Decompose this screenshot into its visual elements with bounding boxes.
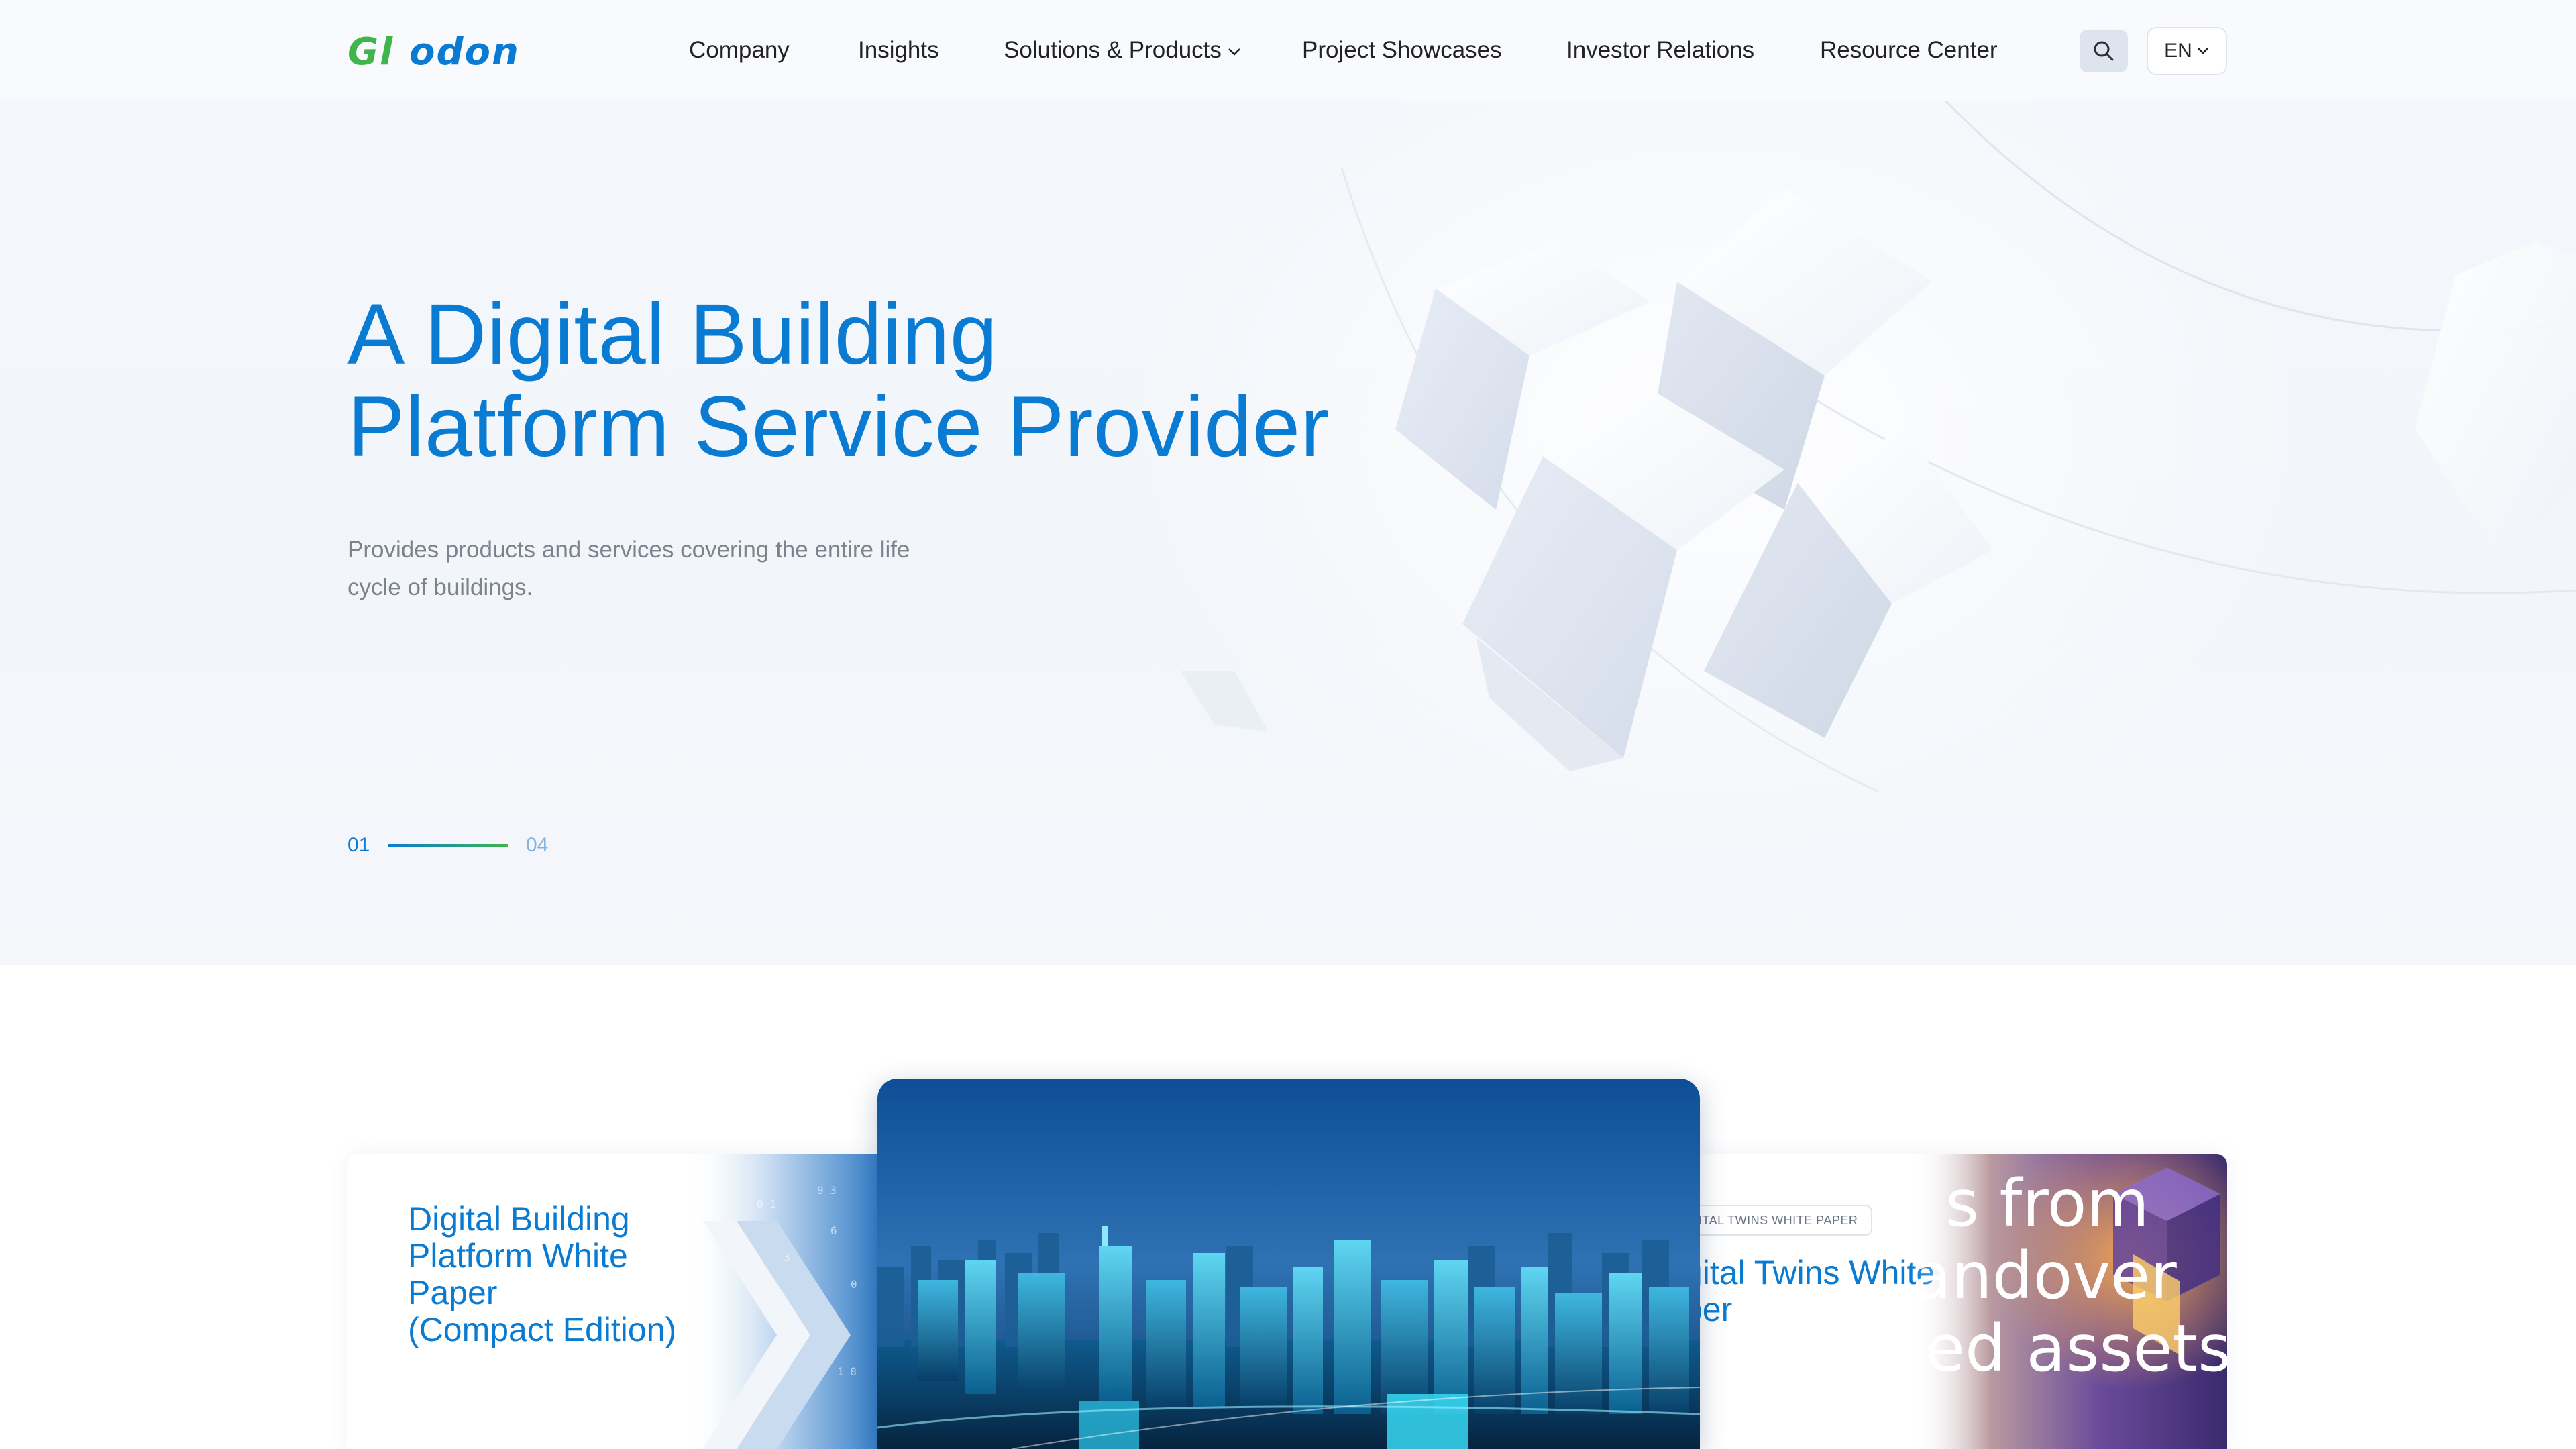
nav-item-insights[interactable]: Insights — [858, 34, 939, 67]
svg-text:6: 6 — [830, 1224, 837, 1237]
nav-item-resource-center[interactable]: Resource Center — [1820, 34, 1998, 67]
slide-total-number: 04 — [526, 834, 549, 856]
language-selector[interactable]: EN — [2147, 27, 2227, 75]
nav-item-company[interactable]: Company — [689, 34, 790, 67]
svg-text:1 8: 1 8 — [837, 1365, 857, 1378]
chevron-down-icon — [1228, 48, 1240, 56]
search-button[interactable] — [2080, 30, 2128, 72]
whitepaper-carousel: Digital Building Platform White Paper (C… — [0, 965, 2576, 1449]
svg-text:odon: odon — [409, 31, 520, 71]
hero-subtitle-line2: cycle of buildings. — [347, 574, 533, 600]
card-left-cover-art: 0 1 9 3 6 3 0 1 8 — [683, 1154, 884, 1449]
card-left-title: Digital Building Platform White Paper (C… — [408, 1200, 677, 1348]
card-featured-city-image[interactable] — [877, 1079, 1700, 1449]
hero-section: Gl odon Company Insights Solutions & Pro… — [0, 0, 2576, 965]
svg-text:3: 3 — [784, 1251, 790, 1264]
hero-subtitle: Provides products and services covering … — [347, 531, 978, 606]
hero-cubes-illustration — [1114, 0, 2576, 872]
nav-item-solutions-products[interactable]: Solutions & Products — [1004, 34, 1242, 67]
svg-text:0 1: 0 1 — [757, 1197, 776, 1210]
svg-text:0: 0 — [851, 1278, 857, 1291]
card-right-art-text-3: ed assets — [1925, 1311, 2227, 1386]
hero-subtitle-line1: Provides products and services covering … — [347, 537, 910, 563]
nav-item-investor-relations[interactable]: Investor Relations — [1566, 34, 1754, 67]
card-right-art-text-2: andover — [1912, 1238, 2177, 1313]
card-right-cover-art: s from andover ed assets — [1912, 1154, 2227, 1449]
svg-text:9 3: 9 3 — [817, 1184, 837, 1197]
slide-progress-bar[interactable] — [388, 844, 508, 847]
svg-text:Gl: Gl — [347, 31, 394, 71]
card-digital-building-white-paper[interactable]: Digital Building Platform White Paper (C… — [347, 1154, 884, 1449]
search-icon — [2094, 41, 2114, 61]
slide-current-number: 01 — [347, 834, 370, 856]
card-digital-twins-white-paper[interactable]: ITAL TWINS WHITE PAPER gital Twins White… — [1690, 1154, 2227, 1449]
language-label: EN — [2164, 40, 2192, 62]
hero-title-line2: Platform Service Provider — [347, 379, 1330, 475]
site-header: Gl odon Company Insights Solutions & Pro… — [0, 0, 2576, 101]
city-skyline-image — [877, 1079, 1700, 1449]
hero-title: A Digital Building Platform Service Prov… — [347, 288, 1421, 474]
card-right-tag: ITAL TWINS WHITE PAPER — [1690, 1205, 1873, 1236]
chevron-down-icon — [2197, 48, 2208, 54]
card-right-art-text-1: s from — [1945, 1166, 2149, 1241]
nav-item-project-showcases[interactable]: Project Showcases — [1302, 34, 1502, 67]
hero-title-line1: A Digital Building — [347, 286, 998, 382]
glodon-logo[interactable]: Gl odon — [347, 31, 550, 71]
